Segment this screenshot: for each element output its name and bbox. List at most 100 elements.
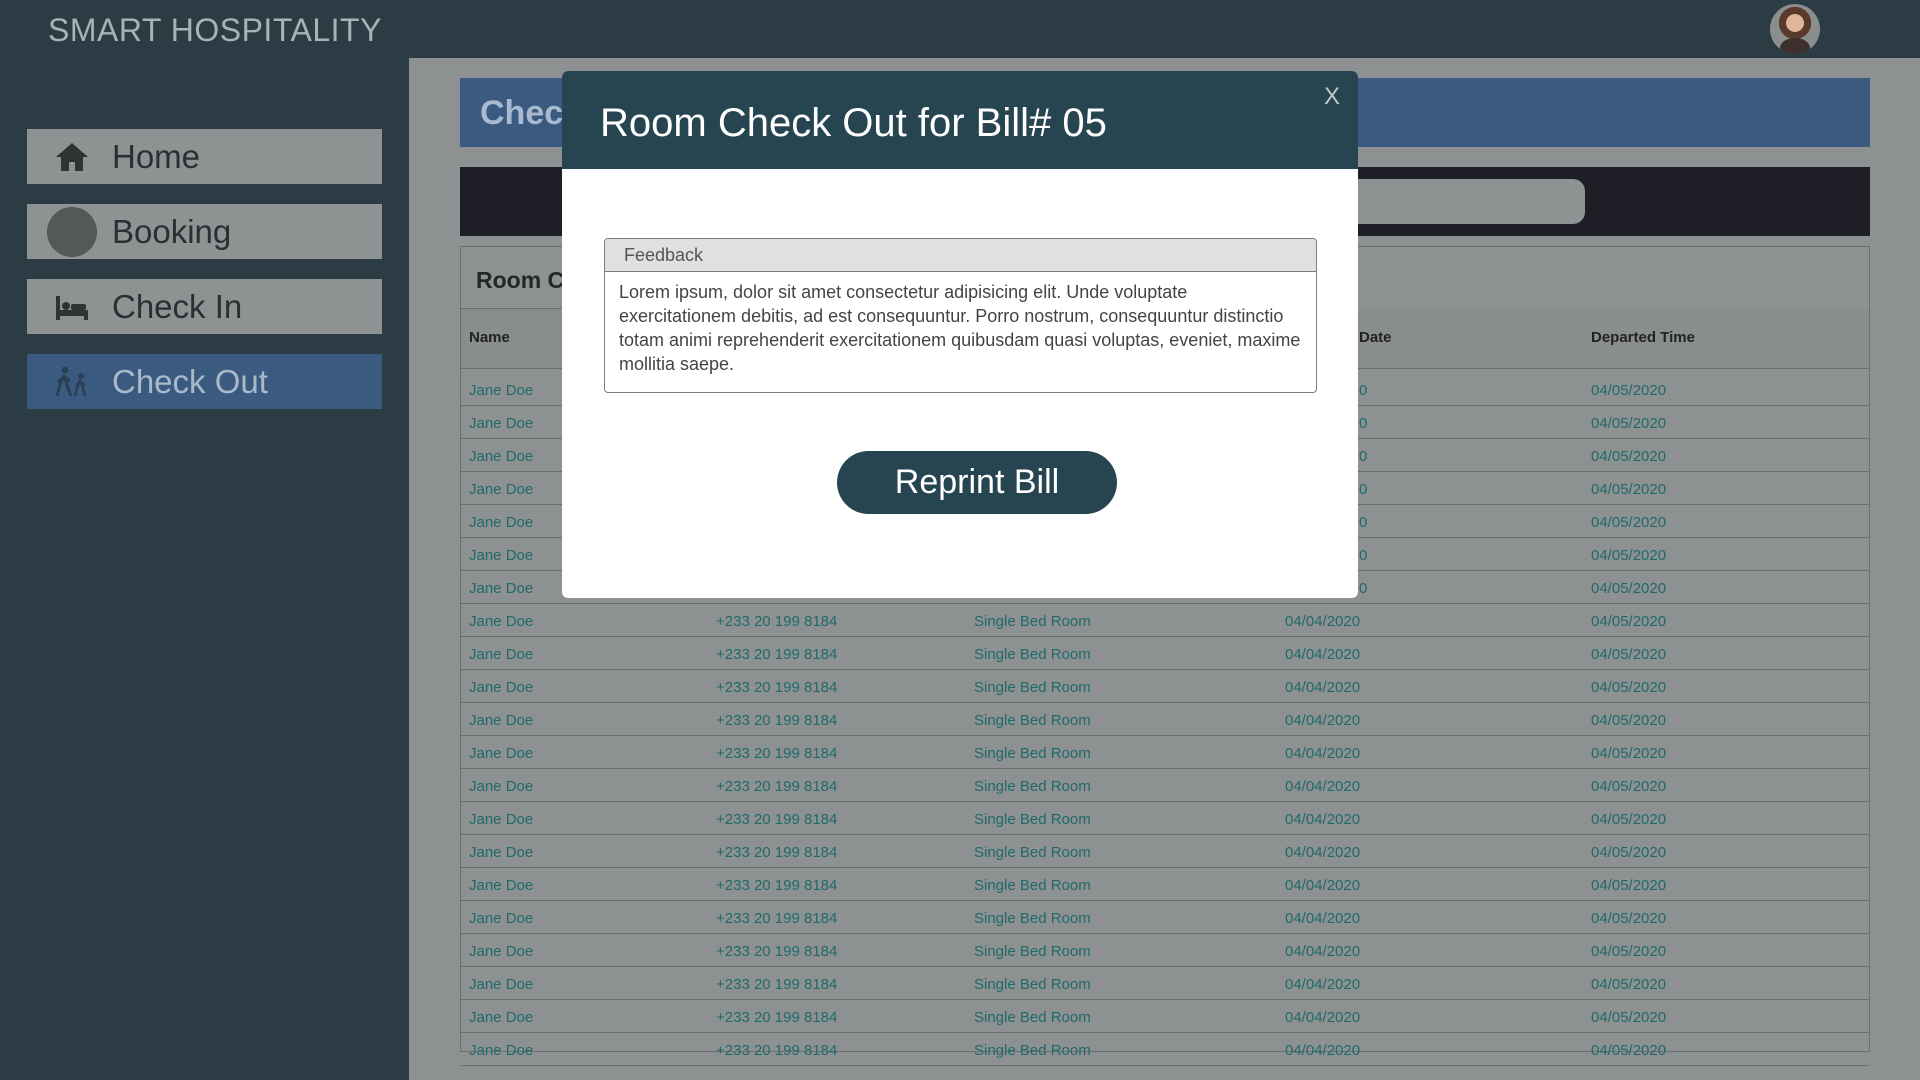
cell-date: 04/04/2020	[1285, 910, 1361, 927]
cell-date: 04/04/2020	[1285, 646, 1361, 663]
table-row[interactable]: Jane Doe +233 20 199 8184 Single Bed Room 0…	[461, 637, 1869, 670]
cell-name: Jane Doe	[469, 547, 534, 564]
cell-phone: +233 20 199 8184	[716, 976, 838, 993]
cell-phone: +233 20 199 8184	[716, 1042, 838, 1059]
cell-room: Single Bed Room	[974, 1009, 1091, 1026]
cell-date: 04/04/2020	[1285, 811, 1361, 828]
cell-name: Jane Doe	[469, 382, 534, 399]
feedback-text: Lorem ipsum, dolor sit amet consectetur …	[619, 282, 1301, 374]
cell-name: Jane Doe	[469, 976, 534, 993]
cell-phone: +233 20 199 8184	[716, 679, 838, 696]
sidebar-item-check-in[interactable]: Check In	[27, 279, 382, 334]
cell-departed: 04/05/2020	[1591, 514, 1667, 531]
cell-name: Jane Doe	[469, 910, 534, 927]
cell-name: Jane Doe	[469, 679, 534, 696]
page-title: Chec	[480, 94, 564, 132]
cell-phone: +233 20 199 8184	[716, 910, 838, 927]
cell-name: Jane Doe	[469, 1009, 534, 1026]
cell-date: 0	[1359, 448, 1368, 465]
cell-date: 04/04/2020	[1285, 1042, 1361, 1059]
cell-date: 04/04/2020	[1285, 778, 1361, 795]
table-row[interactable]: Jane Doe +233 20 199 8184 Single Bed Room 0…	[461, 670, 1869, 703]
table-row[interactable]: Jane Doe +233 20 199 8184 Single Bed Room 0…	[461, 1033, 1869, 1066]
cell-room: Single Bed Room	[974, 646, 1091, 663]
cell-departed: 04/05/2020	[1591, 811, 1667, 828]
cell-phone: +233 20 199 8184	[716, 613, 838, 630]
cell-room: Single Bed Room	[974, 844, 1091, 861]
cell-departed: 04/05/2020	[1591, 877, 1667, 894]
table-row[interactable]: Jane Doe +233 20 199 8184 Single Bed Room 0…	[461, 802, 1869, 835]
cell-name: Jane Doe	[469, 646, 534, 663]
cell-phone: +233 20 199 8184	[716, 844, 838, 861]
home-icon	[46, 131, 98, 183]
cell-departed: 04/05/2020	[1591, 646, 1667, 663]
cell-departed: 04/05/2020	[1591, 712, 1667, 729]
cell-date: 04/04/2020	[1285, 877, 1361, 894]
table-row[interactable]: Jane Doe +233 20 199 8184 Single Bed Room 0…	[461, 1000, 1869, 1033]
table-row[interactable]: Jane Doe +233 20 199 8184 Single Bed Room 0…	[461, 901, 1869, 934]
cell-departed: 04/05/2020	[1591, 943, 1667, 960]
sidebar-item-home[interactable]: Home	[27, 129, 382, 184]
table-row[interactable]: Jane Doe +233 20 199 8184 Single Bed Room 0…	[461, 703, 1869, 736]
column-header-name: Name	[469, 329, 510, 346]
sidebar-item-label: Booking	[112, 212, 232, 250]
cell-departed: 04/05/2020	[1591, 481, 1667, 498]
cell-phone: +233 20 199 8184	[716, 877, 838, 894]
feedback-panel: Feedback Lorem ipsum, dolor sit amet con…	[604, 238, 1317, 393]
cell-departed: 04/05/2020	[1591, 613, 1667, 630]
table-row[interactable]: Jane Doe +233 20 199 8184 Single Bed Room 0…	[461, 604, 1869, 637]
cell-date: 0	[1359, 547, 1368, 564]
cell-room: Single Bed Room	[974, 778, 1091, 795]
column-header-date: Date	[1359, 329, 1392, 346]
sidebar-item-check-out[interactable]: Check Out	[27, 354, 382, 409]
cell-room: Single Bed Room	[974, 910, 1091, 927]
modal-title: Room Check Out for Bill# 05	[600, 101, 1107, 145]
brand-title: SMART HOSPITALITY	[48, 12, 382, 48]
table-row[interactable]: Jane Doe +233 20 199 8184 Single Bed Room 0…	[461, 868, 1869, 901]
cell-departed: 04/05/2020	[1591, 448, 1667, 465]
close-icon[interactable]: X	[1324, 83, 1340, 111]
circle-shape	[47, 206, 97, 257]
table-row[interactable]: Jane Doe +233 20 199 8184 Single Bed Room 0…	[461, 967, 1869, 1000]
cell-departed: 04/05/2020	[1591, 382, 1667, 399]
cell-departed: 04/05/2020	[1591, 547, 1667, 564]
cell-phone: +233 20 199 8184	[716, 745, 838, 762]
cell-date: 04/04/2020	[1285, 745, 1361, 762]
cell-date: 04/04/2020	[1285, 712, 1361, 729]
cell-departed: 04/05/2020	[1591, 745, 1667, 762]
cell-date: 0	[1359, 481, 1368, 498]
cell-name: Jane Doe	[469, 778, 534, 795]
circle-icon	[46, 206, 98, 258]
bed-icon	[46, 281, 98, 333]
cell-departed: 04/05/2020	[1591, 1042, 1667, 1059]
table-row[interactable]: Jane Doe +233 20 199 8184 Single Bed Room 0…	[461, 736, 1869, 769]
cell-name: Jane Doe	[469, 877, 534, 894]
cell-name: Jane Doe	[469, 712, 534, 729]
cell-room: Single Bed Room	[974, 679, 1091, 696]
cell-departed: 04/05/2020	[1591, 679, 1667, 696]
cell-room: Single Bed Room	[974, 613, 1091, 630]
cell-name: Jane Doe	[469, 745, 534, 762]
cell-departed: 04/05/2020	[1591, 844, 1667, 861]
reprint-bill-button[interactable]: Reprint Bill	[837, 451, 1117, 514]
cell-phone: +233 20 199 8184	[716, 1009, 838, 1026]
avatar-shirt	[1780, 38, 1810, 54]
sidebar-item-label: Check In	[112, 287, 243, 325]
checkout-modal: Room Check Out for Bill# 05 X Feedback L…	[562, 71, 1358, 598]
cell-date: 0	[1359, 580, 1368, 597]
top-bar: SMART HOSPITALITY	[0, 0, 1920, 58]
cell-date: 04/04/2020	[1285, 943, 1361, 960]
cell-name: Jane Doe	[469, 1042, 534, 1059]
cell-phone: +233 20 199 8184	[716, 646, 838, 663]
cell-date: 04/04/2020	[1285, 613, 1361, 630]
avatar[interactable]	[1770, 4, 1820, 54]
cell-phone: +233 20 199 8184	[716, 778, 838, 795]
cell-name: Jane Doe	[469, 481, 534, 498]
walking-icon	[46, 356, 98, 408]
table-row[interactable]: Jane Doe +233 20 199 8184 Single Bed Room 0…	[461, 769, 1869, 802]
cell-name: Jane Doe	[469, 448, 534, 465]
table-row[interactable]: Jane Doe +233 20 199 8184 Single Bed Room 0…	[461, 934, 1869, 967]
table-row[interactable]: Jane Doe +233 20 199 8184 Single Bed Room 0…	[461, 835, 1869, 868]
modal-header: Room Check Out for Bill# 05 X	[562, 71, 1358, 169]
sidebar-item-booking[interactable]: Booking	[27, 204, 382, 259]
